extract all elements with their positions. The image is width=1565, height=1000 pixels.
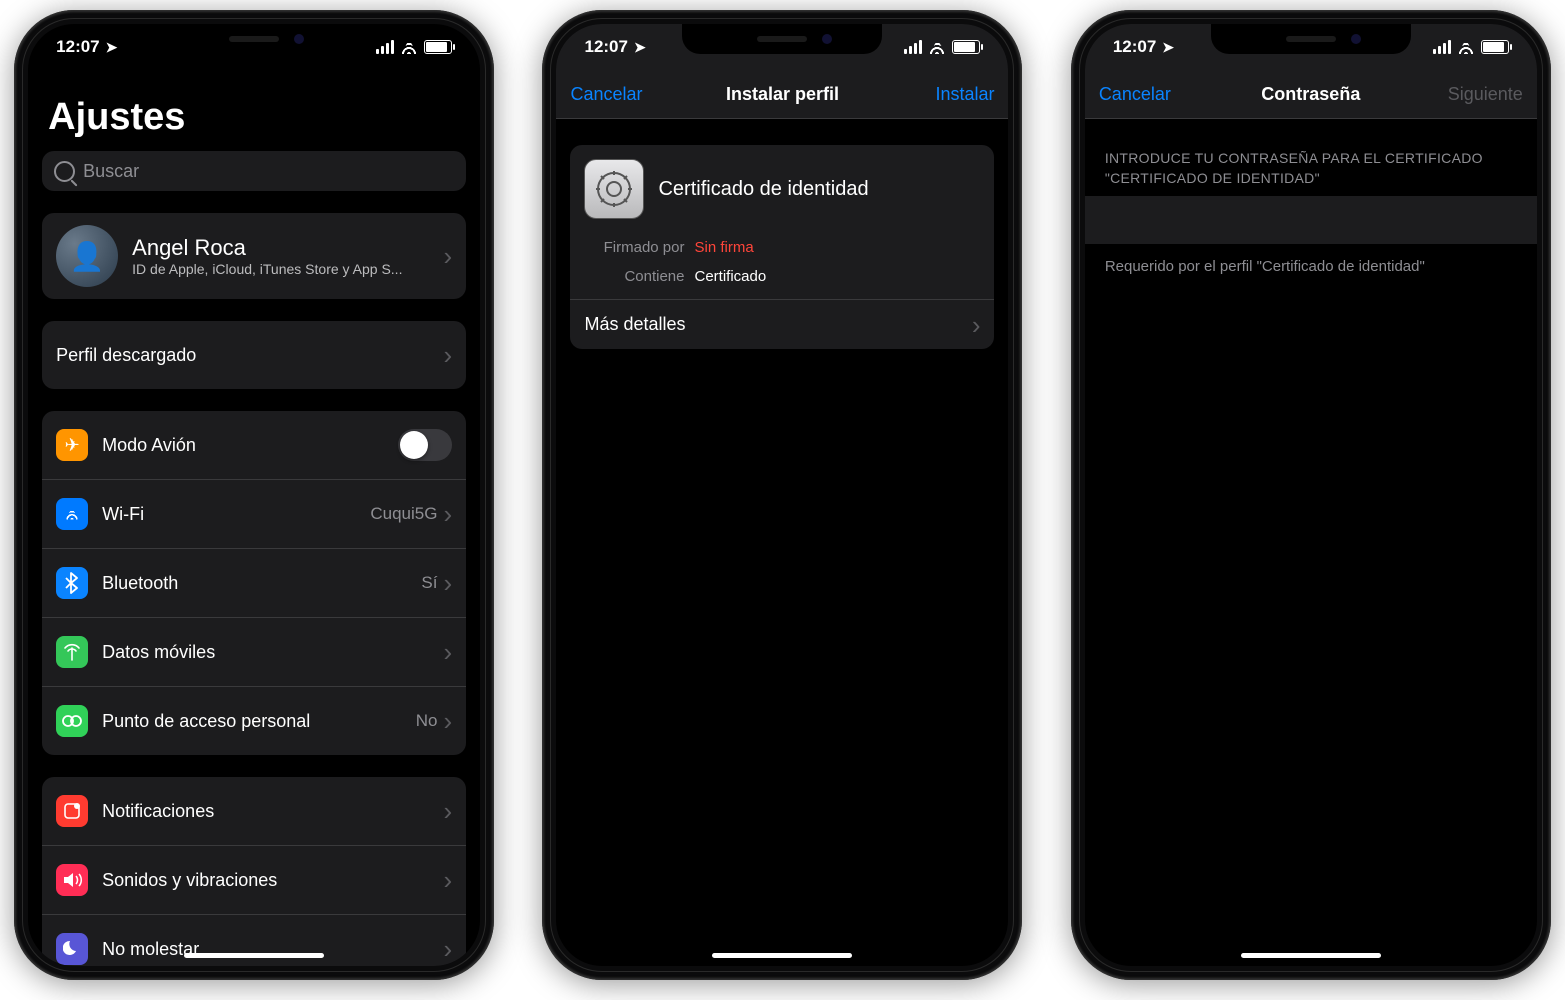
- phone-install-profile: 12:07 ➤ Cancelar Instalar perfil Instalar: [542, 10, 1022, 980]
- antenna-icon: [56, 636, 88, 668]
- profile-downloaded-row[interactable]: Perfil descargado ›: [42, 321, 466, 389]
- dnd-row[interactable]: No molestar ›: [42, 914, 466, 966]
- status-time: 12:07: [1113, 37, 1156, 57]
- battery-icon: [1481, 40, 1509, 54]
- password-input[interactable]: [1085, 196, 1537, 244]
- wifi-icon: [400, 40, 418, 54]
- profile-name: Certificado de identidad: [658, 178, 980, 201]
- nav-title: Contraseña: [1189, 84, 1433, 105]
- apple-id-row[interactable]: 👤 Angel Roca ID de Apple, iCloud, iTunes…: [42, 213, 466, 299]
- page-title: Ajustes: [42, 70, 466, 151]
- gear-icon: [584, 159, 644, 219]
- install-button[interactable]: Instalar: [904, 84, 994, 105]
- contains-value: Certificado: [694, 268, 766, 285]
- wifi-icon: [1457, 40, 1475, 54]
- status-time: 12:07: [56, 37, 99, 57]
- home-indicator[interactable]: [712, 953, 852, 958]
- search-placeholder: Buscar: [83, 161, 139, 182]
- user-name: Angel Roca: [132, 235, 443, 261]
- notch: [1211, 24, 1411, 54]
- cellular-signal-icon: [904, 40, 922, 54]
- wifi-settings-icon: [56, 498, 88, 530]
- search-icon: [54, 161, 75, 182]
- location-icon: ➤: [1162, 39, 1174, 56]
- cellular-row[interactable]: Datos móviles ›: [42, 617, 466, 686]
- status-time: 12:07: [584, 37, 627, 57]
- location-icon: ➤: [634, 39, 646, 56]
- moon-icon: [56, 933, 88, 965]
- contains-row: Contiene Certificado: [570, 262, 994, 299]
- wifi-row[interactable]: Wi-Fi Cuqui5G ›: [42, 479, 466, 548]
- avatar: 👤: [56, 225, 118, 287]
- notch: [682, 24, 882, 54]
- notifications-row[interactable]: Notificaciones ›: [42, 777, 466, 845]
- signed-by-row: Firmado por Sin firma: [570, 233, 994, 262]
- airplane-mode-toggle[interactable]: [398, 429, 452, 461]
- hotspot-icon: [56, 705, 88, 737]
- cancel-button[interactable]: Cancelar: [1099, 84, 1189, 105]
- cancel-button[interactable]: Cancelar: [570, 84, 660, 105]
- battery-icon: [952, 40, 980, 54]
- password-hint: INTRODUCE TU CONTRASEÑA PARA EL CERTIFIC…: [1099, 119, 1523, 196]
- user-subtitle: ID de Apple, iCloud, iTunes Store y App …: [132, 261, 443, 277]
- nav-bar: Cancelar Instalar perfil Instalar: [556, 70, 1008, 119]
- airplane-mode-row[interactable]: ✈ Modo Avión: [42, 411, 466, 479]
- speaker-icon: [56, 864, 88, 896]
- phone-password: 12:07 ➤ Cancelar Contraseña Siguiente INT…: [1071, 10, 1551, 980]
- signed-by-value: Sin firma: [694, 239, 753, 256]
- bluetooth-icon: [56, 567, 88, 599]
- search-input[interactable]: Buscar: [42, 151, 466, 191]
- hotspot-row[interactable]: Punto de acceso personal No ›: [42, 686, 466, 755]
- nav-title: Instalar perfil: [660, 84, 904, 105]
- location-icon: ➤: [106, 39, 118, 56]
- phone-settings: 12:07➤ Ajustes Buscar 👤 A: [14, 10, 494, 980]
- password-required-note: Requerido por el perfil "Certificado de …: [1099, 244, 1523, 289]
- sounds-row[interactable]: Sonidos y vibraciones ›: [42, 845, 466, 914]
- home-indicator[interactable]: [1241, 953, 1381, 958]
- cellular-signal-icon: [1433, 40, 1451, 54]
- wifi-icon: [928, 40, 946, 54]
- battery-icon: [424, 40, 452, 54]
- notch: [154, 24, 354, 54]
- home-indicator[interactable]: [184, 953, 324, 958]
- notifications-icon: [56, 795, 88, 827]
- more-details-row[interactable]: Más detalles ›: [570, 299, 994, 349]
- nav-bar: Cancelar Contraseña Siguiente: [1085, 70, 1537, 119]
- airplane-icon: ✈: [56, 429, 88, 461]
- bluetooth-row[interactable]: Bluetooth Sí ›: [42, 548, 466, 617]
- cellular-signal-icon: [376, 40, 394, 54]
- next-button[interactable]: Siguiente: [1433, 84, 1523, 105]
